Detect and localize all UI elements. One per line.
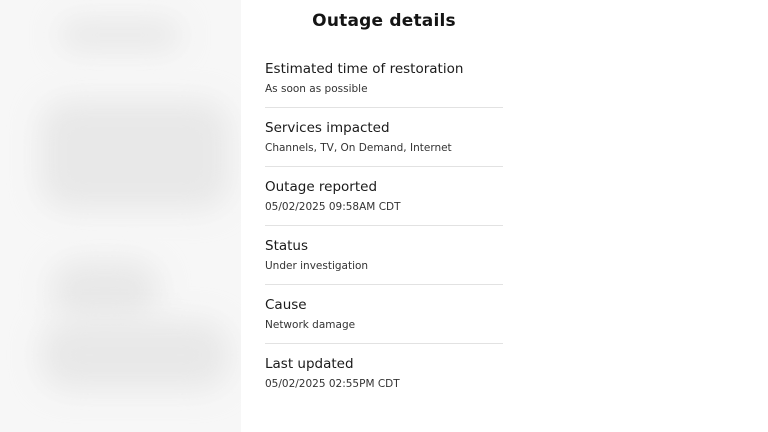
detail-last-updated: Last updated 05/02/2025 02:55PM CDT xyxy=(265,345,503,403)
detail-label: Last updated xyxy=(265,356,354,372)
detail-cause: Cause Network damage xyxy=(265,286,503,344)
detail-label: Services impacted xyxy=(265,120,390,136)
detail-label: Cause xyxy=(265,297,307,313)
detail-label: Outage reported xyxy=(265,179,378,195)
blurred-background-page xyxy=(0,0,241,432)
detail-value: Under investigation xyxy=(265,260,369,272)
panel-header: Outage details xyxy=(265,0,503,44)
page-title: Outage details xyxy=(312,11,456,31)
detail-value: 05/02/2025 09:58AM CDT xyxy=(265,201,401,213)
detail-label: Estimated time of restoration xyxy=(265,61,464,77)
detail-outage-reported: Outage reported 05/02/2025 09:58AM CDT xyxy=(265,168,503,226)
detail-services-impacted: Services impacted Channels, TV, On Deman… xyxy=(265,109,503,167)
detail-label: Status xyxy=(265,238,309,254)
detail-value: Channels, TV, On Demand, Internet xyxy=(265,142,452,154)
detail-value: Network damage xyxy=(265,319,356,331)
background-overlay xyxy=(0,0,241,432)
outage-details-list: Estimated time of restoration As soon as… xyxy=(265,50,503,404)
detail-status: Status Under investigation xyxy=(265,227,503,285)
detail-value: 05/02/2025 02:55PM CDT xyxy=(265,378,400,390)
outage-details-panel: Outage details Estimated time of restora… xyxy=(241,0,768,432)
detail-estimated-restoration: Estimated time of restoration As soon as… xyxy=(265,50,503,108)
detail-value: As soon as possible xyxy=(265,83,368,95)
screen: Outage details Estimated time of restora… xyxy=(0,0,768,432)
